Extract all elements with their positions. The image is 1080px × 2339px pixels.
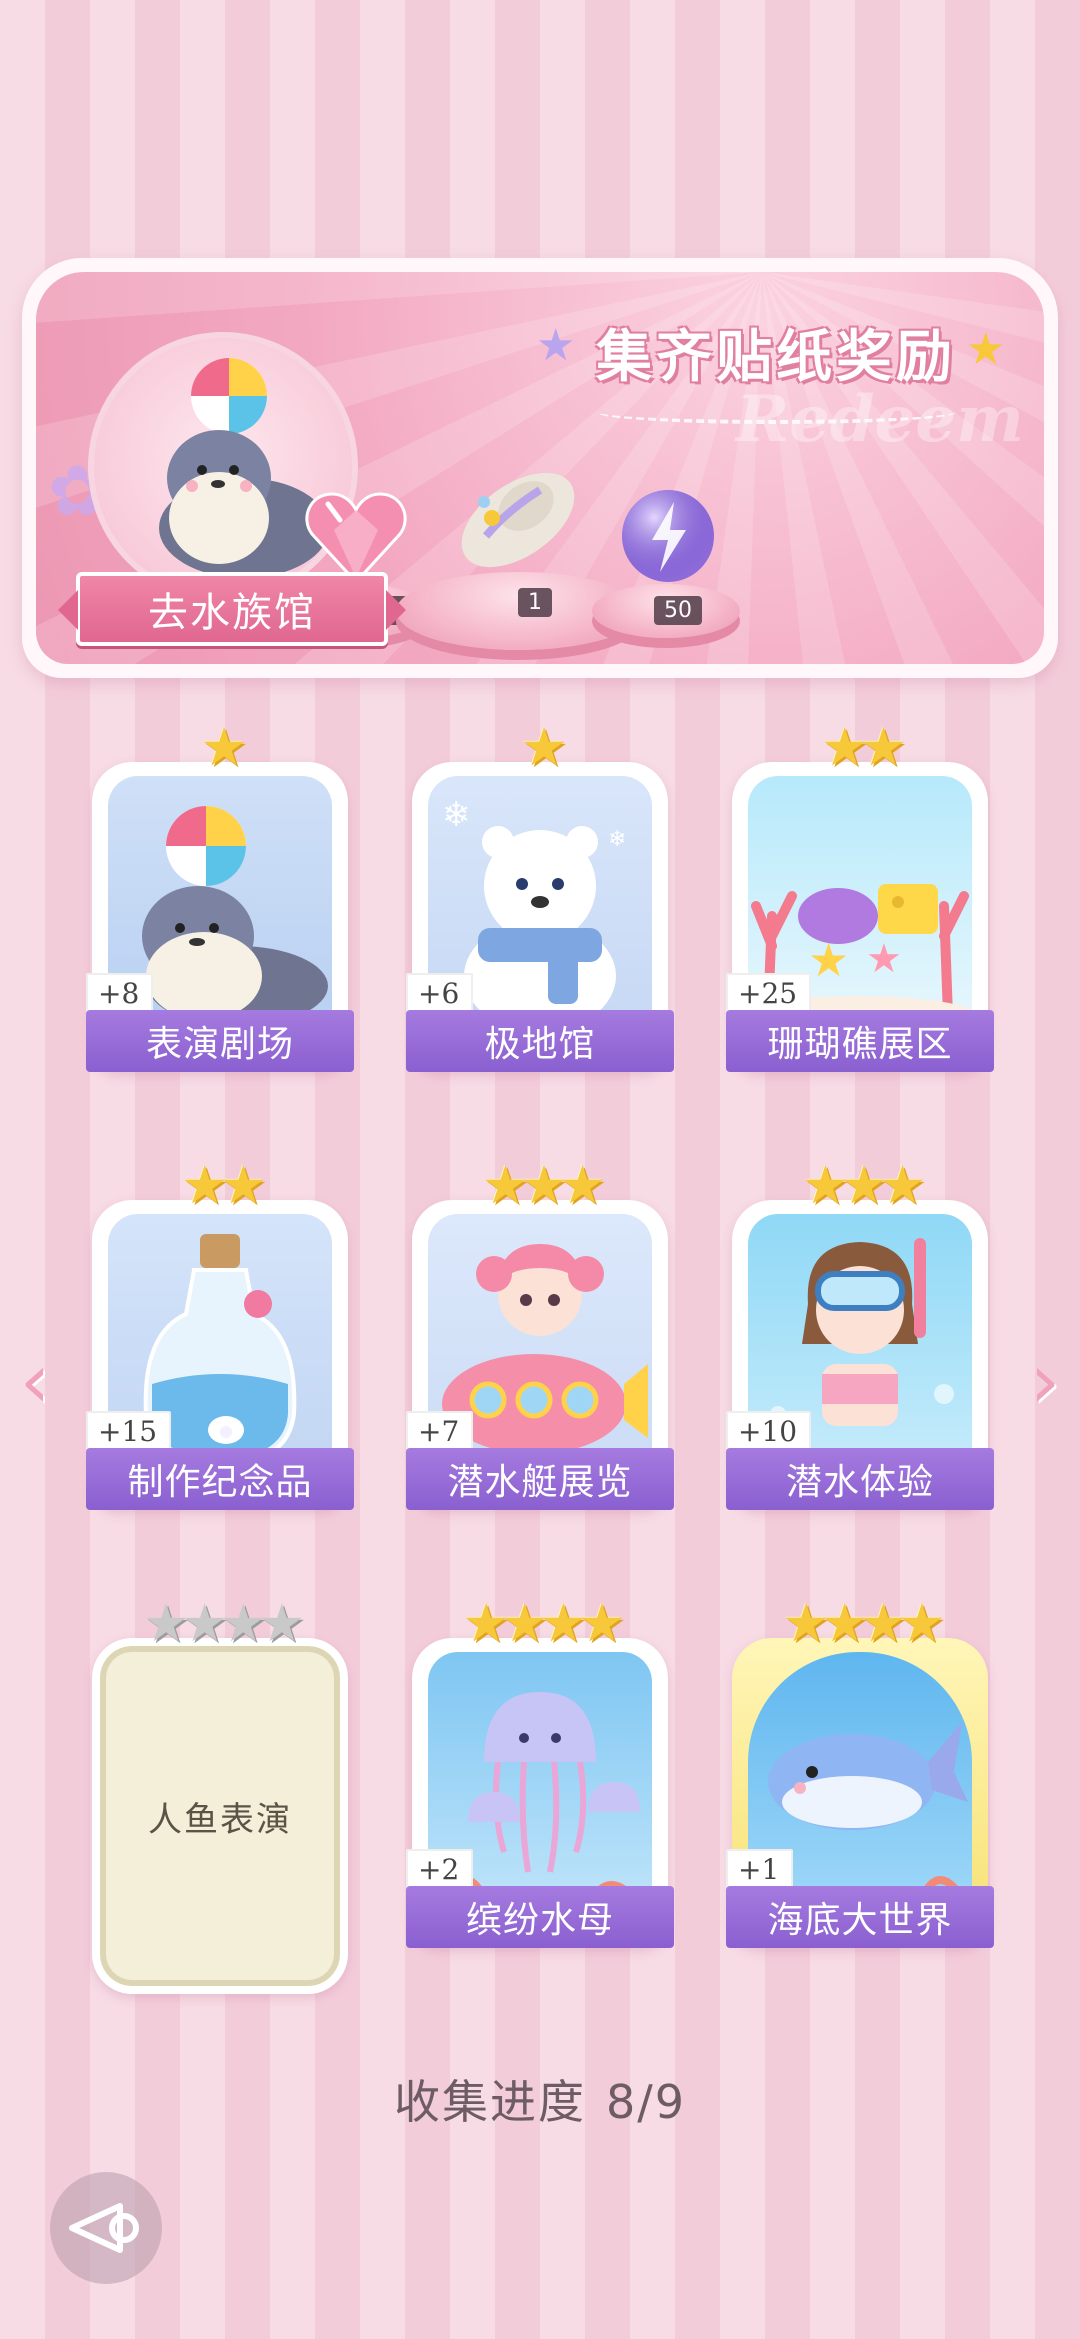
sticker-card-polar-hall[interactable]: ❄ ❄ +6 极地馆 ★: [406, 718, 674, 1078]
sticker-card-undersea-world[interactable]: +1 海底大世界 ★★★★: [726, 1594, 994, 1954]
back-arrow-icon: [69, 2203, 139, 2253]
purple-lightning-orb-icon[interactable]: [618, 486, 718, 590]
star-rating-1: ★: [520, 718, 568, 778]
sticker-name: 潜水体验: [726, 1448, 994, 1510]
star-rating-4: ★★★★: [782, 1594, 945, 1654]
collection-progress: 收集进度 8/9: [0, 2066, 1080, 2132]
bonus-badge: +8: [86, 973, 154, 1014]
star-rating-1: ★: [200, 718, 248, 778]
sticker-name: 海底大世界: [726, 1886, 994, 1948]
svg-text:❄: ❄: [608, 827, 626, 852]
star-rating-4: ★★★★: [462, 1594, 625, 1654]
previous-page-arrow-icon[interactable]: ‹: [10, 1336, 60, 1425]
sticker-card-coral-reef[interactable]: ★ ★ +25 珊瑚礁展区 ★★: [726, 718, 994, 1078]
reward-quantity: 50: [654, 596, 702, 625]
svg-text:★: ★: [808, 933, 849, 987]
purple-star-icon: ★: [536, 320, 576, 371]
reward-panel-background: Redeem ★ ★ 集齐贴纸奖励 ✿ 1 50 去水族馆: [36, 272, 1044, 664]
sticker-name: 制作纪念品: [86, 1448, 354, 1510]
star-rating-3: ★★★: [482, 1156, 606, 1216]
sticker-card-show-theater[interactable]: +8 表演剧场 ★: [86, 718, 354, 1078]
sticker-card-mermaid-show-locked[interactable]: 人鱼表演 ★★★★: [92, 1598, 348, 1998]
bonus-badge: +25: [726, 973, 812, 1014]
sticker-card-submarine[interactable]: +7 潜水艇展览 ★★★: [406, 1156, 674, 1516]
bonus-badge: +10: [726, 1411, 812, 1452]
star-rating-3: ★★★: [802, 1156, 926, 1216]
progress-label: 收集进度: [393, 2075, 586, 2129]
bonus-badge: +1: [726, 1849, 794, 1890]
sun-hat-icon[interactable]: [448, 440, 588, 584]
sticker-reward-panel: Redeem ★ ★ 集齐贴纸奖励 ✿ 1 50 去水族馆: [22, 258, 1058, 678]
next-page-arrow-icon[interactable]: ›: [1020, 1336, 1070, 1425]
locked-sticker-frame: 人鱼表演: [92, 1638, 348, 1994]
progress-value: 8/9: [605, 2075, 687, 2129]
svg-text:❄: ❄: [442, 795, 471, 835]
star-rating-2: ★★: [181, 1156, 266, 1216]
back-button[interactable]: [50, 2172, 162, 2284]
decorative-dashed-line: [596, 400, 956, 424]
sticker-name: 珊瑚礁展区: [726, 1010, 994, 1072]
bonus-badge: +7: [406, 1411, 474, 1452]
sticker-name: 潜水艇展览: [406, 1448, 674, 1510]
sticker-card-diving[interactable]: +10 潜水体验 ★★★: [726, 1156, 994, 1516]
sticker-name: 人鱼表演: [148, 1799, 292, 1840]
svg-text:★: ★: [866, 936, 902, 982]
sticker-name: 表演剧场: [86, 1010, 354, 1072]
star-rating-4-empty: ★★★★: [142, 1594, 305, 1654]
star-rating-2: ★★: [821, 718, 906, 778]
sticker-name: 极地馆: [406, 1010, 674, 1072]
reward-title: 集齐贴纸奖励: [596, 325, 956, 390]
sticker-card-jellyfish[interactable]: +2 缤纷水母 ★★★★: [406, 1594, 674, 1954]
gold-star-icon: ★: [966, 324, 1006, 375]
bonus-badge: +15: [86, 1411, 172, 1452]
sticker-card-souvenir[interactable]: +15 制作纪念品 ★★: [86, 1156, 354, 1516]
bonus-badge: +6: [406, 973, 474, 1014]
sticker-name: 缤纷水母: [406, 1886, 674, 1948]
reward-quantity: 1: [518, 588, 552, 617]
go-to-aquarium-button[interactable]: 去水族馆: [58, 572, 406, 646]
bonus-badge: +2: [406, 1849, 474, 1890]
